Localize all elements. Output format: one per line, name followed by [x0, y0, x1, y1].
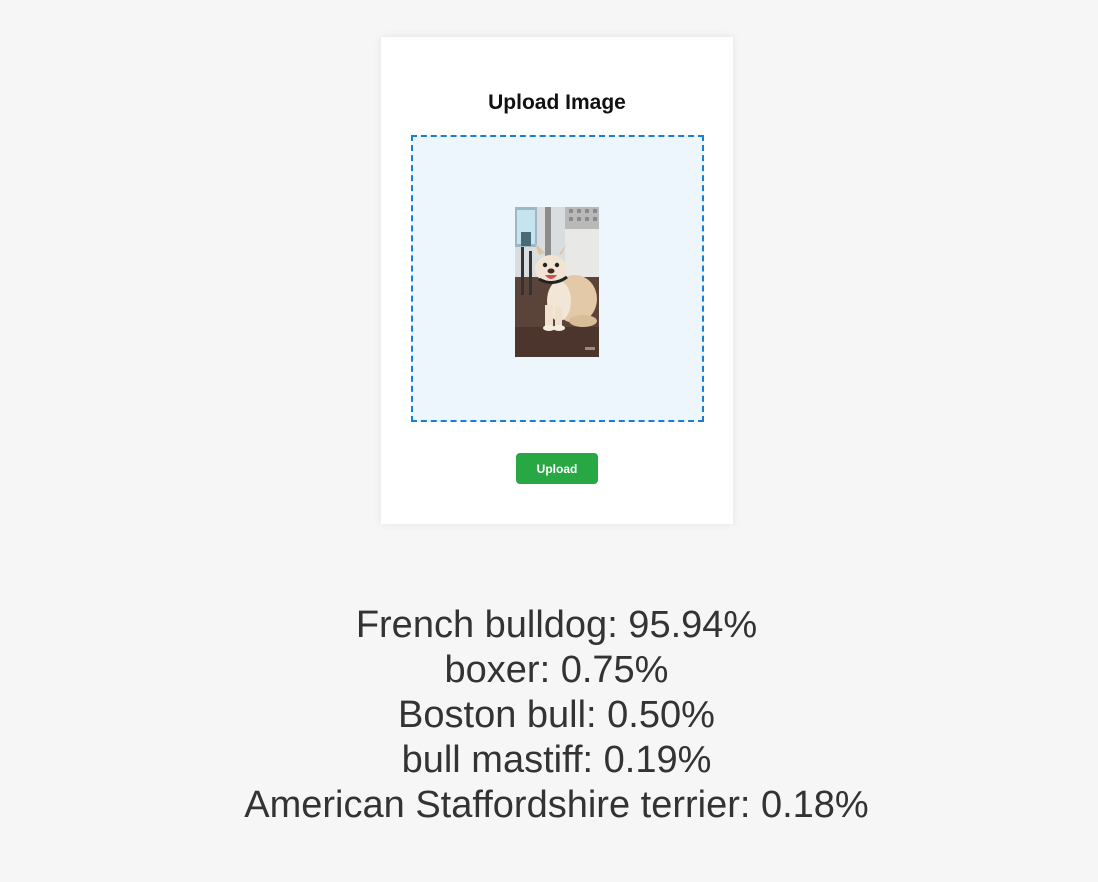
result-line: French bulldog: 95.94%: [355, 604, 758, 646]
result-line: American Staffordshire terrier: 0.18%: [244, 784, 869, 826]
upload-button[interactable]: Upload: [516, 453, 598, 484]
prediction-results: French bulldog: 95.94% boxer: 0.75% Bost…: [0, 603, 1098, 828]
upload-card: Upload Image Upload: [381, 37, 733, 524]
result-line: Boston bull: 0.50%: [398, 694, 715, 736]
image-preview: [515, 207, 599, 357]
card-title: Upload Image: [488, 91, 626, 114]
result-line: bull mastiff: 0.19%: [401, 739, 712, 781]
uploaded-dog-photo-icon: [515, 207, 599, 357]
image-dropzone[interactable]: [411, 135, 704, 422]
result-line: boxer: 0.75%: [444, 649, 669, 691]
